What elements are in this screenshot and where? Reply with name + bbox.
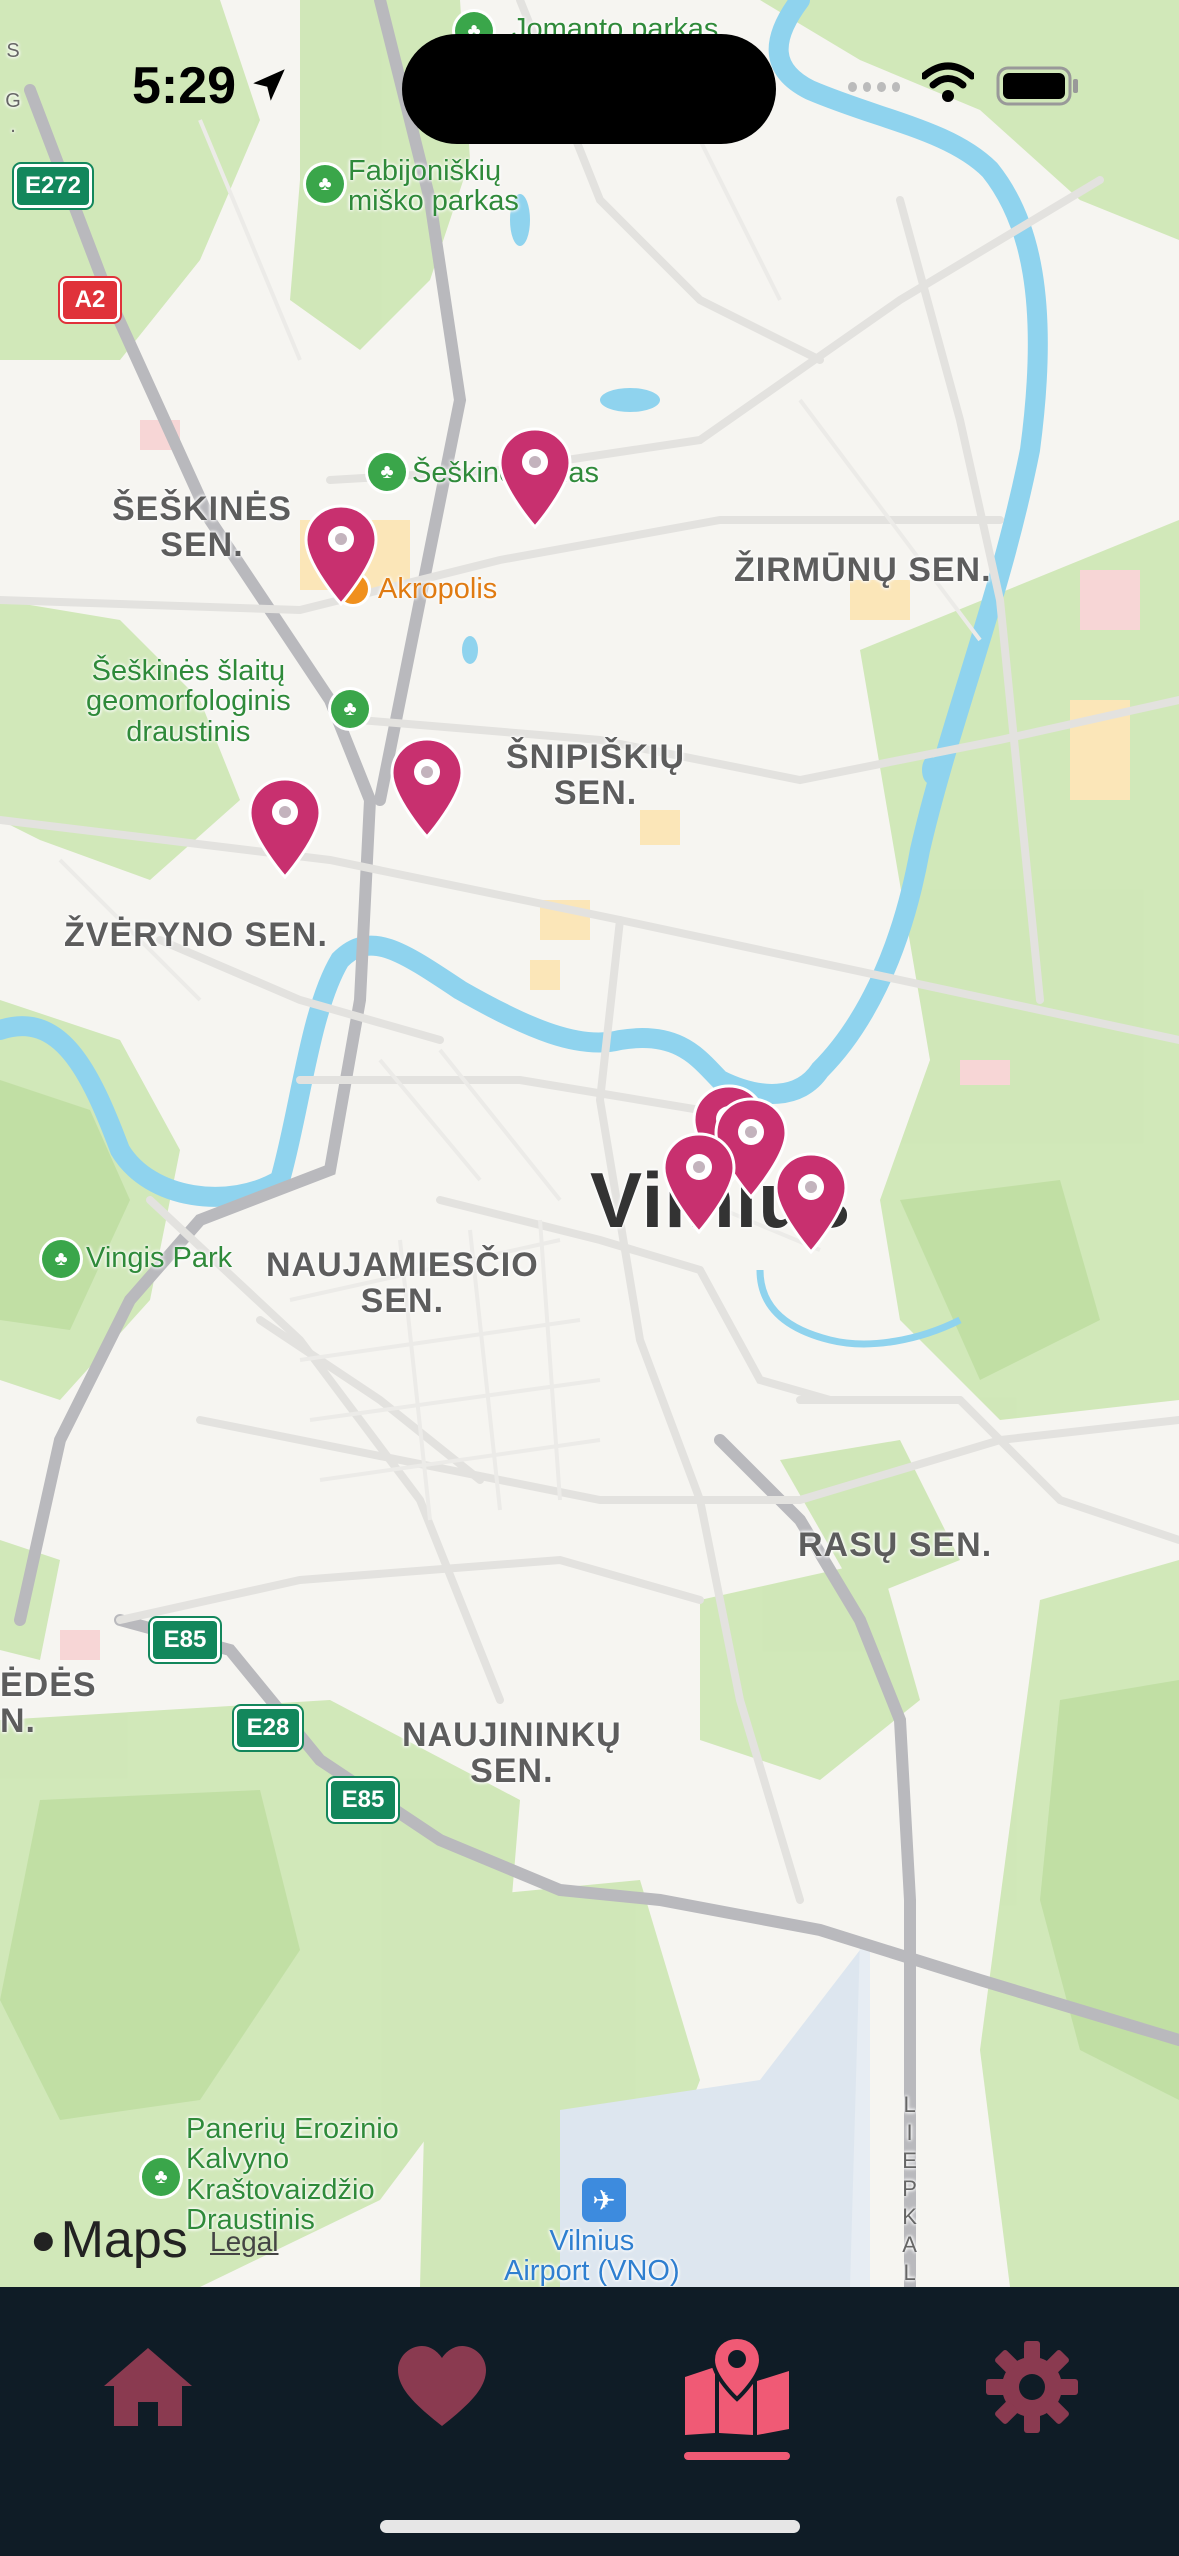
heart-icon <box>398 2346 486 2426</box>
map-pin[interactable] <box>496 425 574 531</box>
map-pin[interactable] <box>660 1130 738 1236</box>
map-pin-icon <box>685 2337 789 2435</box>
poi-label-akropolis: Akropolis <box>378 573 498 605</box>
district-label-zirmunu: ŽIRMŪNŲ SEN. <box>734 551 992 589</box>
apple-icon: ● <box>30 2215 57 2264</box>
road-shield-e85: E85 <box>328 1778 398 1822</box>
street-label-liepkalnio: LIEPKALNIO G. <box>897 2092 923 2287</box>
tab-bar <box>0 2287 1179 2556</box>
district-label-snipiskiu: ŠNIPIŠKIŲ SEN. <box>506 738 686 812</box>
park-label-seskines-slaitu: Šeškinės šlaitų geomorfologinis draustin… <box>86 655 291 748</box>
district-label-seskines: ŠEŠKINĖS SEN. <box>112 490 292 564</box>
park-icon: ♣ <box>306 165 344 203</box>
location-arrow-icon <box>253 69 285 101</box>
legal-link[interactable]: Legal <box>210 2226 279 2258</box>
park-label-paneriu: Panerių Erozinio Kalvyno Kraštovaizdžio … <box>186 2113 399 2237</box>
dynamic-island <box>402 34 776 144</box>
district-label-rasu: RASŲ SEN. <box>798 1526 993 1564</box>
district-label-zveryno: ŽVĖRYNO SEN. <box>64 916 328 954</box>
road-shield-e272: E272 <box>14 164 92 208</box>
tab-map[interactable] <box>677 2327 797 2447</box>
home-icon <box>104 2348 192 2426</box>
tab-settings[interactable] <box>972 2327 1092 2447</box>
wifi-icon <box>922 62 974 102</box>
park-icon: ♣ <box>42 1240 80 1278</box>
map-view[interactable]: Jomanto parkas ♣ ♣ Fabijoniškių miško pa… <box>0 0 1179 2287</box>
map-base <box>0 0 1179 2287</box>
district-label-naujininku: NAUJININKŲ SEN. <box>402 1716 622 1790</box>
active-tab-indicator <box>684 2452 790 2460</box>
road-shield-e85: E85 <box>150 1618 220 1662</box>
status-time: 5:29 <box>132 57 237 115</box>
district-label-edge: ĖDĖS N. <box>0 1666 97 1740</box>
park-icon: ♣ <box>368 453 406 491</box>
park-icon: ♣ <box>142 2158 180 2196</box>
map-pin[interactable] <box>772 1150 850 1256</box>
park-label-vingis: Vingis Park <box>86 1242 233 1274</box>
status-bar: 5:29 <box>0 0 1179 170</box>
apple-maps-logo: ● Maps <box>30 2211 188 2269</box>
district-label-naujamiescio: NAUJAMIESČIO SEN. <box>266 1246 539 1320</box>
road-shield-a2: A2 <box>60 278 120 322</box>
home-indicator <box>380 2520 800 2533</box>
airport-label: Vilnius Airport (VNO) <box>504 2225 680 2287</box>
map-pin[interactable] <box>246 775 324 881</box>
road-shield-e28: E28 <box>234 1706 302 1750</box>
park-icon: ♣ <box>331 690 369 728</box>
battery-icon <box>996 66 1078 106</box>
tab-home[interactable] <box>88 2327 208 2447</box>
tab-favorites[interactable] <box>382 2327 502 2447</box>
gear-icon <box>986 2341 1078 2433</box>
airplane-icon: ✈ <box>582 2178 626 2222</box>
map-pin[interactable] <box>388 735 466 841</box>
cellular-signal-icon <box>848 82 900 94</box>
map-pin[interactable] <box>302 502 380 608</box>
